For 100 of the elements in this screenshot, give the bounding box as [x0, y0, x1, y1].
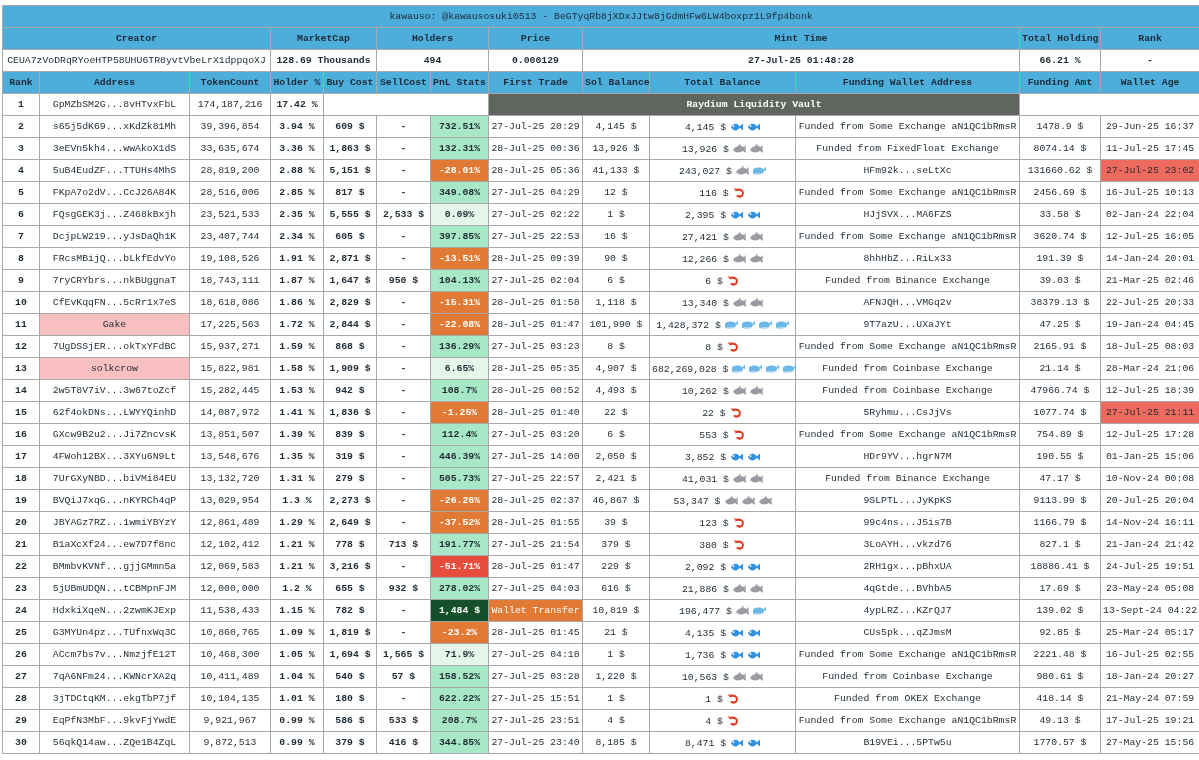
address-cell: FKpA7o2dV...CcJ26A84K	[39, 181, 190, 204]
address-cell: 7UrGXyNBD...biVMi84EU	[39, 467, 190, 490]
holder-percent-cell: 1.29 %	[270, 511, 324, 534]
funding-source-cell: 4ypLRZ...KZrQJ7	[795, 599, 1020, 622]
buy-cost-cell: 379 $	[323, 731, 377, 754]
address-cell: 7UgDSSjER...okTxYFdBC	[39, 335, 190, 358]
shark-icon	[732, 230, 746, 243]
funding-source-cell: Funded from Some Exchange aN1QC1bRmsR	[795, 181, 1020, 204]
shark-icon	[732, 142, 746, 155]
sol-balance-cell: 8 $	[582, 335, 650, 358]
sol-balance-cell: 8,185 $	[582, 731, 650, 754]
first-trade-cell: 27-Jul-25 04:03	[488, 577, 583, 600]
first-trade-cell: 28-Jul-25 01:47	[488, 555, 583, 578]
rank-cell: 6	[2, 203, 40, 226]
token-count-cell: 12,861,489	[189, 511, 271, 534]
holder-percent-cell: 1.41 %	[270, 401, 324, 424]
holder-percent-cell: 2.35 %	[270, 203, 324, 226]
funding-amount-cell: 1077.74 $	[1019, 401, 1101, 424]
whale-icon	[757, 318, 772, 331]
address-cell: s65j5dK69...xKdZk81Mh	[39, 115, 190, 138]
buy-cost-cell: 778 $	[323, 533, 377, 556]
buy-cost-cell: 1,694 $	[323, 643, 377, 666]
buy-cost-cell: 180 $	[323, 687, 377, 710]
sell-cost-cell: -	[376, 247, 431, 270]
funding-source-cell: 2RH1gx...pBhxUA	[795, 555, 1020, 578]
token-count-cell: 14,087,972	[189, 401, 271, 424]
first-trade-cell: 27-Jul-25 23:51	[488, 709, 583, 732]
buy-cost-cell: 5,555 $	[323, 203, 377, 226]
summary-value: 128.69 Thousands	[270, 49, 377, 72]
buy-cost-cell: 2,273 $	[323, 489, 377, 512]
buy-cost-cell: 782 $	[323, 599, 377, 622]
rank-cell: 12	[2, 335, 40, 358]
total-balance: 41,031 $	[681, 473, 729, 485]
shark-icon	[749, 670, 763, 683]
sell-cost-cell: -	[376, 599, 431, 622]
whale-icon	[723, 318, 738, 331]
shrimp-icon	[731, 516, 746, 529]
holder-percent-cell: 3.36 %	[270, 137, 324, 160]
rank-cell: 5	[2, 181, 40, 204]
address-cell: 7qA6NFm24...KWNcrXA2q	[39, 665, 190, 688]
holder-percent-cell: 1.3 %	[270, 489, 324, 512]
funding-source-cell: AFNJQH...VMGq2v	[795, 291, 1020, 314]
funding-amount-cell: 2221.48 $	[1019, 643, 1101, 666]
address-cell: 7ryCRYbrs...nkBUggnaT	[39, 269, 190, 292]
funding-source-cell: Funded from Binance Exchange	[795, 467, 1020, 490]
rank-cell: 4	[2, 159, 40, 182]
funding-amount-cell: 9113.99 $	[1019, 489, 1101, 512]
holder-percent-cell: 1.05 %	[270, 643, 324, 666]
shrimp-icon	[731, 428, 746, 441]
shrimp-icon	[725, 692, 740, 705]
total-balance: 380 $	[699, 539, 729, 551]
buy-cost-cell: 319 $	[323, 445, 377, 468]
funding-source-cell: Funded from Coinbase Exchange	[795, 665, 1020, 688]
total-balance: 8,471 $	[684, 737, 727, 749]
first-trade-cell: 27-Jul-25 04:29	[488, 181, 583, 204]
rank-cell: 24	[2, 599, 40, 622]
funding-source-cell: 9SLPTL...JyKpKS	[795, 489, 1020, 512]
address-cell: 2w5T8V7iV...3w67toZcf	[39, 379, 190, 402]
column-header: Total Balance	[649, 71, 796, 94]
shark-icon	[749, 142, 763, 155]
holder-percent-cell: 0.99 %	[270, 709, 324, 732]
column-header: Address	[39, 71, 190, 94]
address-cell: CfEvKqqFN...5cRr1x7eS	[39, 291, 190, 314]
funding-source-cell: 8hhHbZ...RiLx33	[795, 247, 1020, 270]
sol-balance-cell: 4 $	[582, 709, 650, 732]
token-count-cell: 10,468,300	[189, 643, 271, 666]
token-count-cell: 28,516,006	[189, 181, 271, 204]
rank-cell: 7	[2, 225, 40, 248]
address-cell: 5uB4EudZF...TTUHs4MhS	[39, 159, 190, 182]
token-count-cell: 18,743,111	[189, 269, 271, 292]
funding-source-cell: Funded from Some Exchange aN1QC1bRmsR	[795, 643, 1020, 666]
first-trade-cell: 27-Jul-25 14:00	[488, 445, 583, 468]
token-count-cell: 10,104,135	[189, 687, 271, 710]
token-count-cell: 12,000,000	[189, 577, 271, 600]
holder-percent-cell: 1.35 %	[270, 445, 324, 468]
token-count-cell: 12,069,583	[189, 555, 271, 578]
holder-percent-cell: 1.21 %	[270, 533, 324, 556]
sell-cost-cell: -	[376, 423, 431, 446]
holder-percent-cell: 1.04 %	[270, 665, 324, 688]
holder-percent-cell: 1.31 %	[270, 467, 324, 490]
first-trade-cell: 27-Jul-25 21:54	[488, 533, 583, 556]
sell-cost-cell: 416 $	[376, 731, 431, 754]
sell-cost-cell: -	[376, 401, 431, 424]
holder-percent-cell: 1.86 %	[270, 291, 324, 314]
rank-cell: 29	[2, 709, 40, 732]
funding-amount-cell: 191.39 $	[1019, 247, 1101, 270]
first-trade-cell: 28-Jul-25 01:47	[488, 313, 583, 336]
sol-balance-cell: 4,145 $	[582, 115, 650, 138]
first-trade-cell: 28-Jul-25 01:40	[488, 401, 583, 424]
first-trade-cell: 27-Jul-25 03:28	[488, 665, 583, 688]
funding-amount-cell: 39.03 $	[1019, 269, 1101, 292]
funding-source-cell: Funded from Some Exchange aN1QC1bRmsR	[795, 225, 1020, 248]
sol-balance-cell: 39 $	[582, 511, 650, 534]
address-cell: ACcm7bs7v...NmzjfE12T	[39, 643, 190, 666]
shrimp-icon	[731, 186, 746, 199]
sell-cost-cell: 950 $	[376, 269, 431, 292]
total-balance: 2,395 $	[684, 209, 727, 221]
shark-icon	[732, 472, 746, 485]
funding-source-cell: 3LoAYH...vkzd76	[795, 533, 1020, 556]
funding-amount-cell: 47966.74 $	[1019, 379, 1101, 402]
